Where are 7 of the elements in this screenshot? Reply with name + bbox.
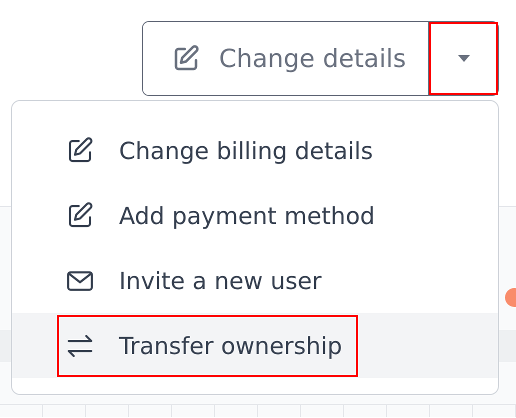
menu-item[interactable]: Transfer ownership bbox=[57, 314, 358, 376]
menu-item[interactable]: Change billing details bbox=[57, 120, 390, 182]
change-details-button[interactable]: Change details bbox=[143, 22, 429, 95]
menu-item[interactable]: Invite a new user bbox=[57, 250, 338, 312]
dropdown-toggle-button[interactable] bbox=[429, 22, 498, 95]
menu-item[interactable]: Add payment method bbox=[57, 184, 391, 246]
caret-icon bbox=[458, 55, 470, 62]
